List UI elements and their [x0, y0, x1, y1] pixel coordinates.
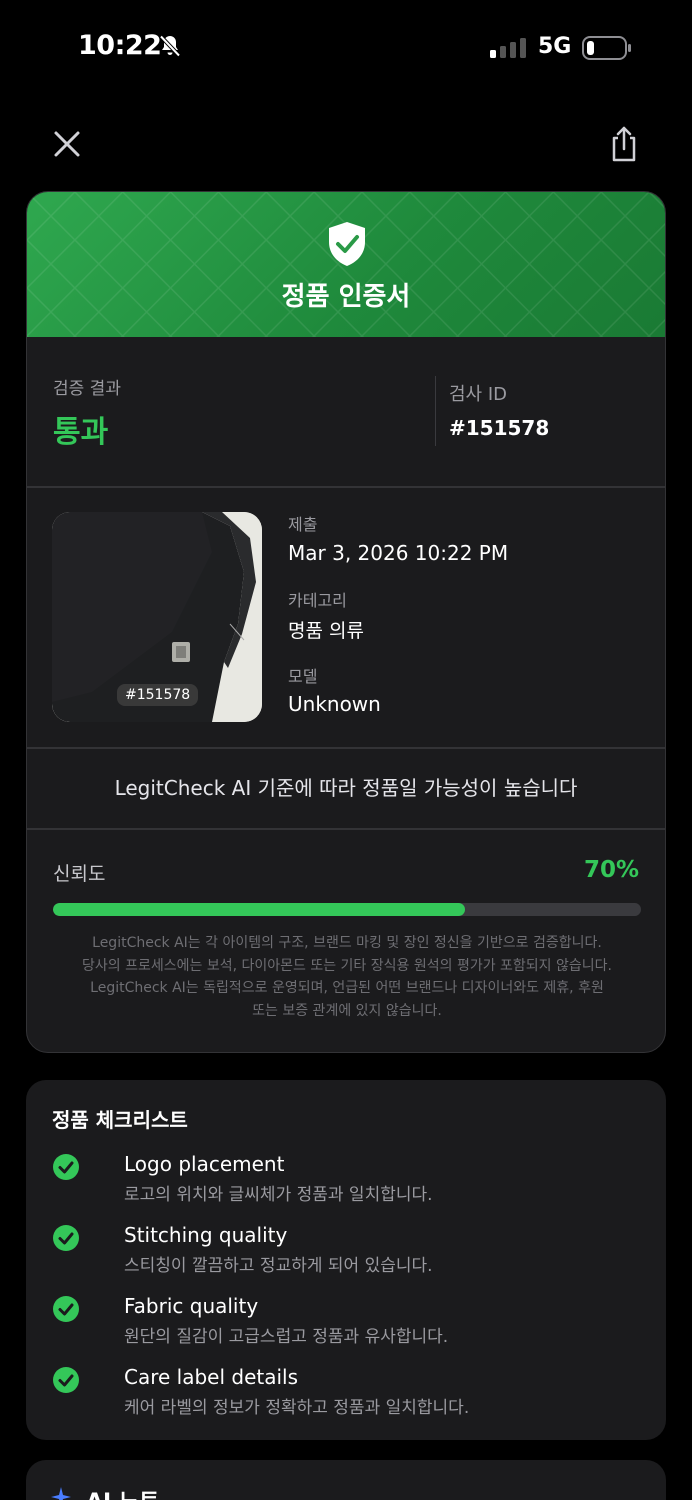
check-circle-icon: [53, 1367, 79, 1393]
ai-notes-title: AI 노트: [86, 1484, 159, 1500]
checklist-item-desc: 원단의 질감이 고급스럽고 정품과 유사합니다.: [124, 1327, 449, 1347]
cellular-signal-icon: [490, 38, 526, 58]
result-label: 검증 결과: [53, 379, 121, 399]
ai-notes-card[interactable]: AI 노트: [26, 1460, 666, 1500]
item-photo[interactable]: #151578: [52, 512, 262, 722]
result-value: 통과: [53, 415, 109, 450]
checklist-item: Fabric quality 원단의 질감이 고급스럽고 정품과 유사합니다.: [52, 1294, 652, 1358]
confidence-progress-bar: [53, 903, 641, 916]
category-label: 카테고리: [288, 591, 347, 610]
vertical-divider: [435, 376, 436, 446]
submitted-label: 제출: [288, 515, 318, 534]
share-icon[interactable]: [606, 124, 642, 164]
checklist-item-desc: 스티칭이 깔끔하고 정교하게 되어 있습니다.: [124, 1256, 433, 1276]
confidence-label: 신뢰도: [53, 863, 106, 885]
photo-id-tag: #151578: [117, 684, 199, 706]
certificate-card: 정품 인증서 검증 결과 통과 검사 ID #151578 #151578 제출…: [26, 191, 666, 1053]
checklist-card: 정품 체크리스트 Logo placement 로고의 위치와 글씨체가 정품과…: [26, 1080, 666, 1440]
check-id-label: 검사 ID: [449, 384, 508, 405]
check-circle-icon: [53, 1296, 79, 1322]
model-value: Unknown: [288, 692, 381, 716]
category-value: 명품 의류: [288, 620, 364, 642]
bell-muted-icon: [159, 35, 181, 57]
confidence-value: 70%: [583, 857, 639, 883]
checklist-item: Logo placement 로고의 위치와 글씨체가 정품과 일치합니다.: [52, 1152, 652, 1216]
checklist-item: Stitching quality 스티칭이 깔끔하고 정교하게 되어 있습니다…: [52, 1223, 652, 1287]
shield-check-icon: [329, 222, 365, 266]
check-circle-icon: [53, 1225, 79, 1251]
detail-section: #151578 제출 Mar 3, 2026 10:22 PM 카테고리 명품 …: [27, 487, 665, 747]
checklist-item: Care label details 케어 라벨의 정보가 정확하고 정품과 일…: [52, 1365, 652, 1429]
checklist-item-name: Logo placement: [124, 1152, 285, 1176]
close-icon[interactable]: [50, 126, 86, 162]
disclaimer-line: 또는 보증 관계에 있지 않습니다.: [252, 1002, 442, 1019]
check-id-value: #151578: [449, 416, 550, 440]
result-section: 검증 결과 통과 검사 ID #151578: [27, 337, 665, 487]
checklist-item-desc: 로고의 위치와 글씨체가 정품과 일치합니다.: [124, 1185, 433, 1205]
status-bar: 10:22 5G: [0, 0, 692, 96]
confidence-section: 신뢰도 70% LegitCheck AI는 각 아이템의 구조, 브랜드 마킹…: [27, 829, 665, 1052]
sparkle-icon: [51, 1487, 71, 1500]
checklist-title: 정품 체크리스트: [52, 1108, 188, 1132]
status-time: 10:22: [78, 30, 162, 61]
certificate-header: 정품 인증서: [27, 192, 665, 337]
confidence-progress-fill: [53, 903, 465, 916]
check-circle-icon: [53, 1154, 79, 1180]
disclaimer-line: LegitCheck AI는 각 아이템의 구조, 브랜드 마킹 및 장인 정신…: [92, 935, 602, 951]
certificate-title: 정품 인증서: [281, 282, 411, 312]
checklist-item-desc: 케어 라벨의 정보가 정확하고 정품과 일치합니다.: [124, 1398, 470, 1418]
battery-icon: [582, 36, 631, 60]
disclaimer-line: LegitCheck AI는 독립적으로 운영되며, 언급된 어떤 브랜드나 디…: [90, 980, 604, 996]
verdict-statement: LegitCheck AI 기준에 따라 정품일 가능성이 높습니다: [114, 776, 578, 800]
disclaimer: LegitCheck AI는 각 아이템의 구조, 브랜드 마킹 및 장인 정신…: [57, 932, 637, 1022]
network-type: 5G: [538, 34, 572, 59]
checklist-item-name: Care label details: [124, 1365, 299, 1389]
disclaimer-line: 당사의 프로세스에는 보석, 다이아몬드 또는 기타 장식용 원석의 평가가 포…: [82, 957, 612, 974]
submitted-value: Mar 3, 2026 10:22 PM: [288, 541, 509, 565]
checklist-item-name: Fabric quality: [124, 1294, 259, 1318]
model-label: 모델: [288, 667, 318, 686]
checklist-item-name: Stitching quality: [124, 1223, 288, 1247]
